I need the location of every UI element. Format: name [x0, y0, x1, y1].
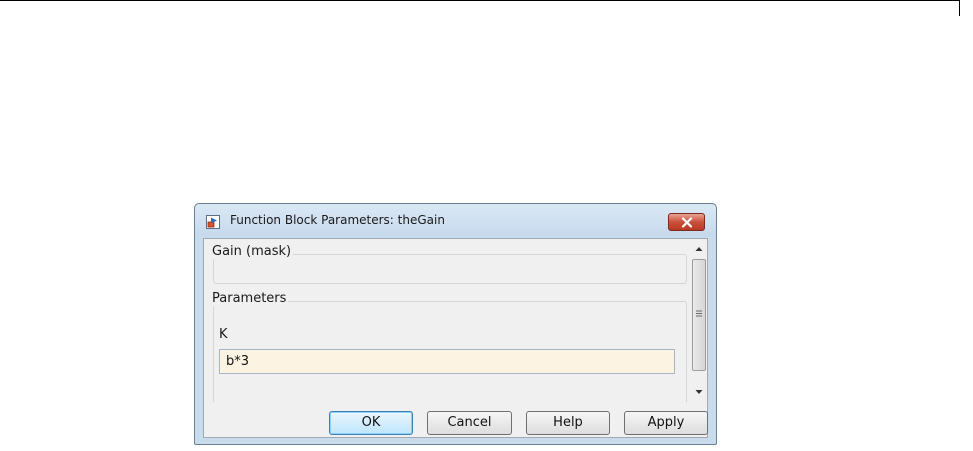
close-button[interactable]	[668, 213, 705, 231]
scroll-up-arrow-icon[interactable]	[691, 241, 707, 257]
scroll-down-arrow-icon[interactable]	[691, 384, 707, 400]
apply-button[interactable]: Apply	[624, 411, 708, 435]
ok-button[interactable]: OK	[329, 411, 413, 435]
scrollbar-thumb[interactable]	[692, 259, 706, 371]
dialog-body: Gain (mask) Parameters K b*3 OK Cancel H…	[203, 238, 708, 438]
parameters-dialog: Function Block Parameters: theGain Gain …	[194, 203, 717, 445]
mask-group-label: Gain (mask)	[211, 244, 294, 259]
simulink-block-icon	[206, 214, 220, 229]
dialog-title: Function Block Parameters: theGain	[230, 213, 445, 227]
gain-k-label: K	[219, 327, 228, 342]
page: Function Block Parameters: theGain Gain …	[0, 0, 973, 451]
grip-icon	[696, 310, 702, 317]
title-bar[interactable]: Function Block Parameters: theGain	[195, 204, 716, 237]
close-icon	[681, 217, 693, 228]
vertical-scrollbar[interactable]	[691, 239, 707, 402]
top-rule	[0, 0, 960, 1]
gain-k-input[interactable]	[219, 349, 675, 374]
top-rule-tick	[959, 0, 960, 16]
help-button[interactable]: Help	[526, 411, 610, 435]
scroll-content: Gain (mask) Parameters K	[204, 239, 691, 402]
cancel-button[interactable]: Cancel	[427, 411, 512, 435]
parameters-group-label: Parameters	[211, 291, 289, 306]
